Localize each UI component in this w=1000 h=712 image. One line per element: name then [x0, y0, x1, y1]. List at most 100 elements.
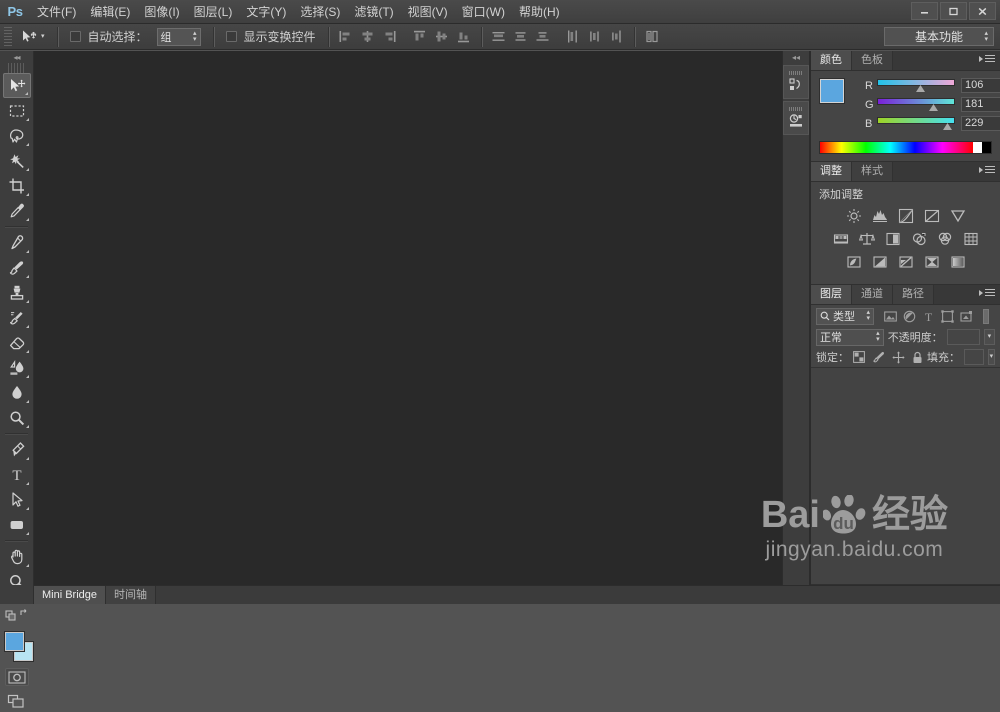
distribute-top-edges-button[interactable] [489, 27, 509, 47]
default-colors-and-swap[interactable] [3, 601, 31, 626]
exposure-icon[interactable] [922, 207, 942, 225]
tab-mini-bridge[interactable]: Mini Bridge [34, 586, 107, 604]
spectrum-white-swatch[interactable] [973, 142, 982, 153]
quick-mask-button[interactable] [4, 668, 29, 686]
align-vertical-centers-button[interactable] [432, 27, 452, 47]
tab-swatches[interactable]: 色板 [852, 51, 893, 70]
blue-slider-thumb[interactable] [943, 123, 952, 130]
crop-tool[interactable] [3, 173, 31, 198]
rectangle-tool[interactable] [3, 512, 31, 537]
tab-paths[interactable]: 路径 [893, 285, 934, 304]
layer-list[interactable] [811, 367, 1000, 584]
tab-timeline[interactable]: 时间轴 [106, 586, 157, 604]
align-left-edges-button[interactable] [336, 27, 356, 47]
gradient-map-icon[interactable] [948, 253, 968, 271]
auto-select-dropdown[interactable]: 组 ▴ ▾ [156, 27, 201, 46]
fill-slider-button[interactable]: ▾ [987, 349, 995, 365]
tab-styles[interactable]: 样式 [852, 162, 893, 181]
menu-view[interactable]: 视图(V) [401, 0, 455, 24]
canvas-workspace[interactable] [34, 51, 782, 585]
align-top-edges-button[interactable] [410, 27, 430, 47]
black-white-icon[interactable] [883, 230, 903, 248]
menu-window[interactable]: 窗口(W) [455, 0, 512, 24]
distribute-left-edges-button[interactable] [563, 27, 583, 47]
red-slider[interactable] [877, 78, 955, 93]
maximize-button[interactable] [940, 2, 967, 20]
green-slider-thumb[interactable] [929, 104, 938, 111]
options-bar-grip[interactable] [4, 26, 12, 47]
eraser-tool[interactable] [3, 330, 31, 355]
distribute-bottom-edges-button[interactable] [533, 27, 553, 47]
auto-select-checkbox[interactable] [69, 31, 81, 42]
distribute-right-edges-button[interactable] [607, 27, 627, 47]
layer-filter-toggle[interactable] [983, 308, 989, 324]
foreground-color-swatch[interactable] [5, 632, 24, 651]
red-slider-thumb[interactable] [916, 85, 925, 92]
spectrum-black-swatch[interactable] [982, 142, 991, 153]
brightness-contrast-icon[interactable] [844, 207, 864, 225]
menu-filter[interactable]: 滤镜(T) [347, 0, 400, 24]
color-spectrum-ramp[interactable] [819, 141, 992, 154]
show-transform-controls-group[interactable]: 显示变换控件 [221, 26, 321, 48]
curves-icon[interactable] [896, 207, 916, 225]
channel-mixer-icon[interactable] [935, 230, 955, 248]
auto-align-layers-button[interactable] [642, 27, 662, 47]
vibrance-icon[interactable] [948, 207, 968, 225]
toolbar-grip[interactable] [8, 63, 25, 73]
blur-tool[interactable] [3, 380, 31, 405]
history-brush-tool[interactable] [3, 305, 31, 330]
close-button[interactable] [969, 2, 996, 20]
green-value-field[interactable]: 181 [961, 97, 1000, 112]
adjustments-panel-menu-button[interactable] [979, 166, 995, 174]
minimize-button[interactable] [911, 2, 938, 20]
lasso-tool[interactable] [3, 123, 31, 148]
current-tool-preset[interactable]: ▾ [15, 26, 50, 48]
blue-value-field[interactable]: 229 [961, 116, 1000, 131]
menu-file[interactable]: 文件(F) [30, 0, 83, 24]
layer-filter-type-dropdown[interactable]: 类型 ▴ ▾ [816, 307, 874, 325]
selective-color-icon[interactable] [922, 253, 942, 271]
invert-icon[interactable] [844, 253, 864, 271]
tab-layers[interactable]: 图层 [811, 285, 852, 304]
blue-slider[interactable] [877, 116, 955, 131]
color-foreground-swatch[interactable] [820, 79, 844, 103]
path-selection-tool[interactable] [3, 487, 31, 512]
threshold-icon[interactable] [896, 253, 916, 271]
color-balance-icon[interactable] [857, 230, 877, 248]
brush-tool[interactable] [3, 255, 31, 280]
pen-tool[interactable] [3, 437, 31, 462]
tab-color[interactable]: 颜色 [811, 51, 852, 70]
menu-image[interactable]: 图像(I) [137, 0, 186, 24]
magic-wand-tool[interactable] [3, 148, 31, 173]
color-swatches[interactable] [0, 630, 34, 664]
align-bottom-edges-button[interactable] [454, 27, 474, 47]
color-lookup-icon[interactable] [961, 230, 981, 248]
color-panel-swatches[interactable] [819, 78, 859, 118]
show-transform-checkbox[interactable] [225, 31, 237, 42]
fill-field[interactable] [964, 349, 984, 365]
auto-select-group[interactable]: 自动选择： 组 ▴ ▾ [65, 26, 206, 48]
align-horizontal-centers-button[interactable] [358, 27, 378, 47]
layers-panel-menu-button[interactable] [979, 289, 995, 297]
menu-type[interactable]: 文字(Y) [239, 0, 293, 24]
clone-stamp-tool[interactable] [3, 280, 31, 305]
eyedropper-tool[interactable] [3, 198, 31, 223]
red-value-field[interactable]: 106 [961, 78, 1000, 93]
toolbar-collapse-button[interactable]: ◂◂ [0, 51, 33, 63]
levels-icon[interactable] [870, 207, 890, 225]
green-slider[interactable] [877, 97, 955, 112]
photo-filter-icon[interactable] [909, 230, 929, 248]
hand-tool[interactable] [3, 544, 31, 569]
dock-collapse-button[interactable]: ◂◂ [783, 51, 809, 63]
dodge-tool[interactable] [3, 405, 31, 430]
distribute-horizontal-centers-button[interactable] [585, 27, 605, 47]
screen-mode-button[interactable] [4, 690, 30, 712]
menu-help[interactable]: 帮助(H) [512, 0, 567, 24]
opacity-field[interactable] [946, 329, 980, 345]
tab-adjustments[interactable]: 调整 [811, 162, 852, 181]
menu-edit[interactable]: 编辑(E) [83, 0, 137, 24]
actions-panel-icon[interactable] [783, 101, 809, 135]
tab-channels[interactable]: 通道 [852, 285, 893, 304]
color-panel-menu-button[interactable] [979, 55, 995, 63]
menu-select[interactable]: 选择(S) [293, 0, 347, 24]
